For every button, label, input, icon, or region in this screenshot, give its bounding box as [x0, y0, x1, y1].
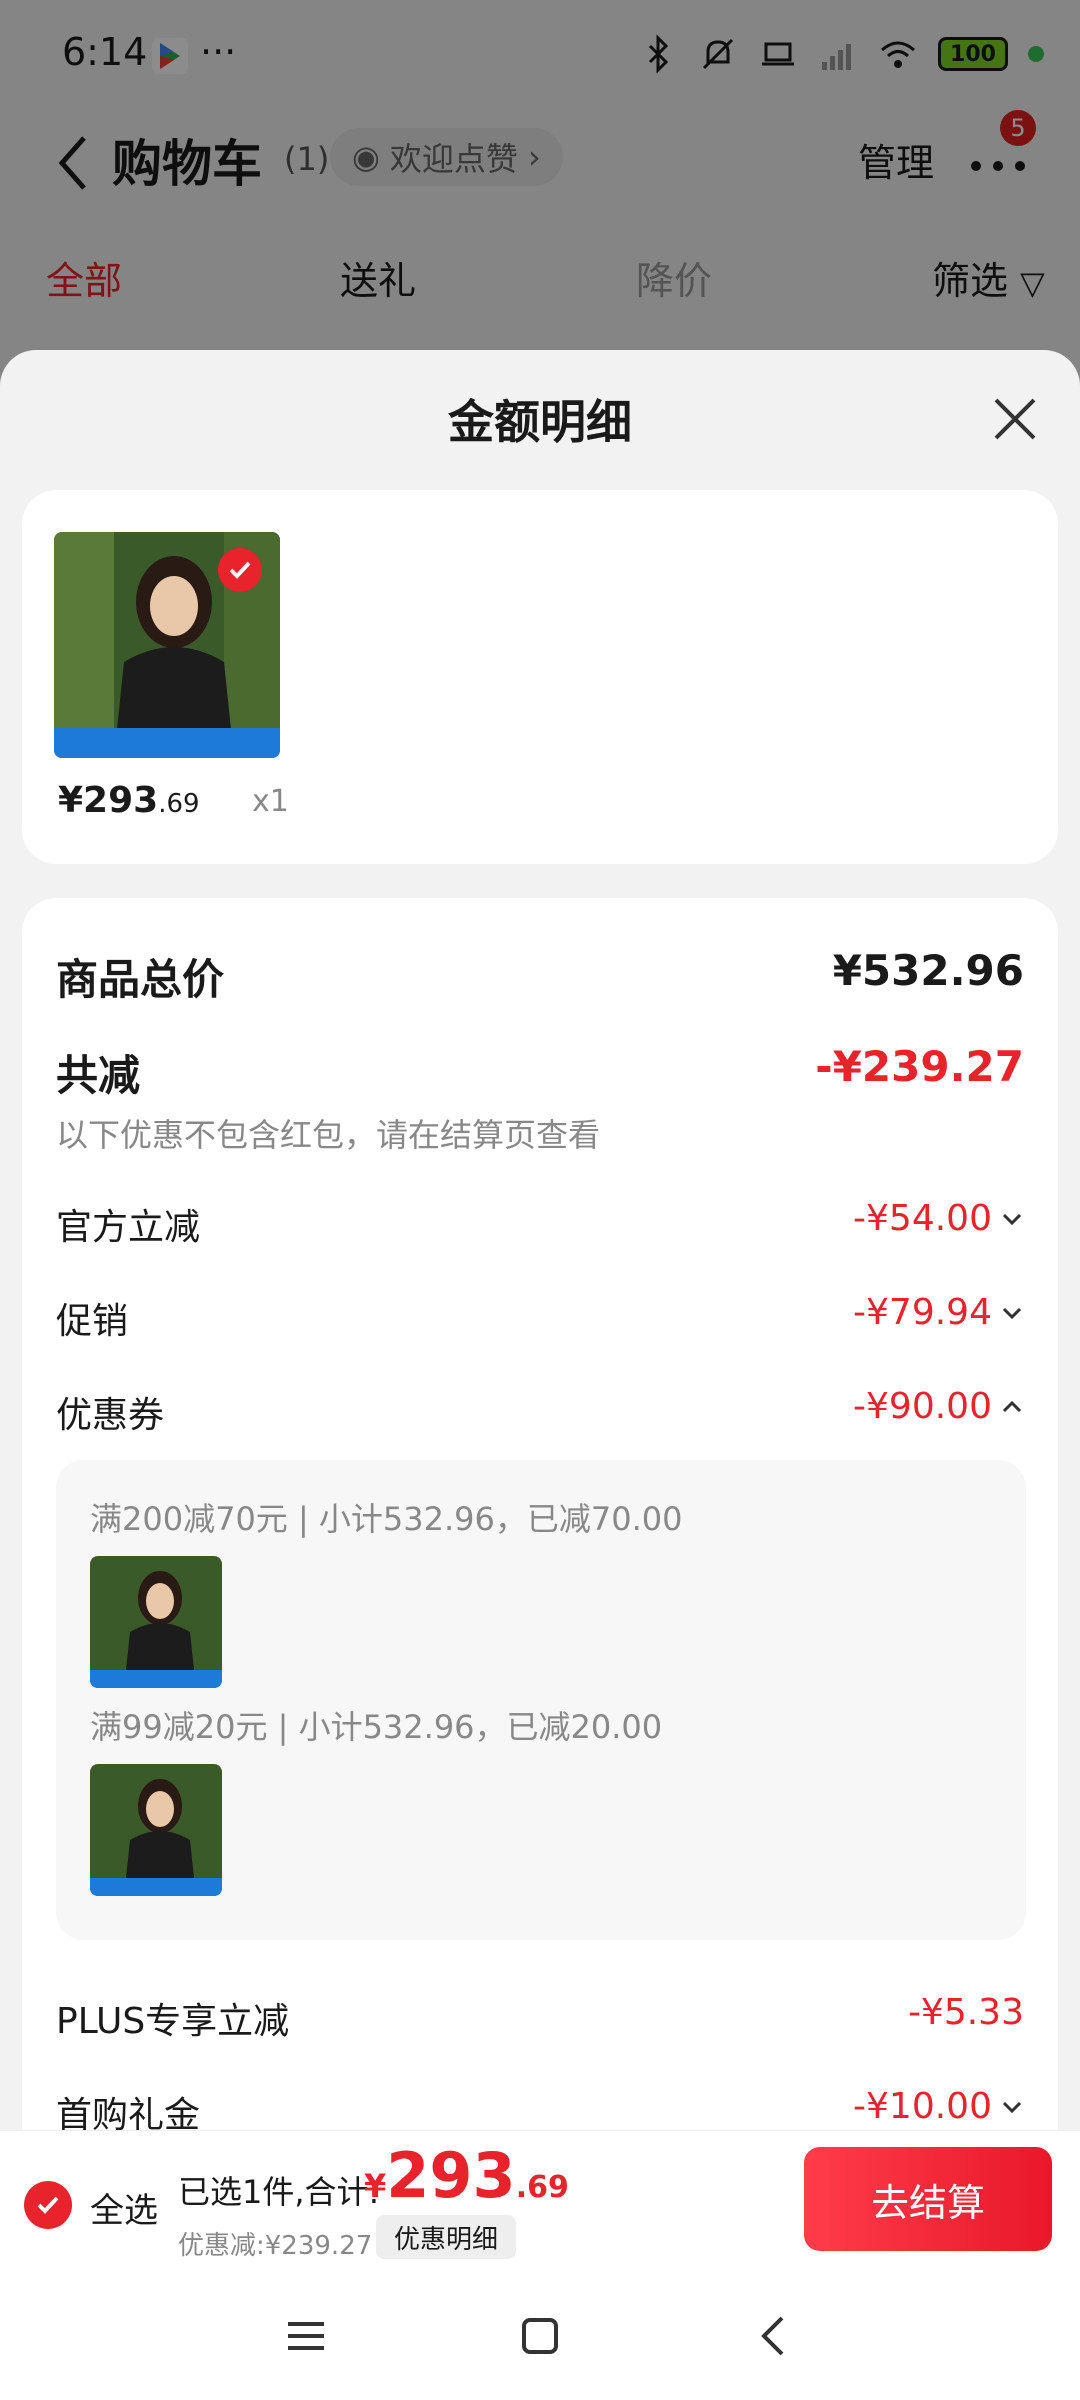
chevron-down-icon	[1002, 2101, 1022, 2113]
selected-check-icon[interactable]	[218, 548, 262, 592]
chevron-down-icon	[1002, 1213, 1022, 1225]
product-quantity: x1	[252, 784, 289, 819]
home-icon[interactable]	[516, 2312, 564, 2360]
checkout-bar: 全选 已选1件,合计: ¥293.69 优惠减:¥239.27 优惠明细 去结算	[0, 2130, 1080, 2268]
discount-note: 以下优惠不包含红包，请在结算页查看	[56, 1116, 601, 1154]
product-price: ¥293.69	[58, 780, 200, 821]
discount-total-label: 共减	[56, 1051, 141, 1100]
close-icon[interactable]	[990, 394, 1040, 444]
chevron-up-icon	[1002, 1400, 1022, 1412]
plus-discount-value: -¥5.33	[907, 1992, 1024, 2033]
coupon-value: -¥90.00	[853, 1386, 1024, 1427]
select-all-label[interactable]: 全选	[90, 2183, 158, 2232]
promotion-label: 促销	[56, 1301, 129, 1342]
selected-summary: 已选1件,合计:	[178, 2173, 380, 2211]
back-nav-icon[interactable]	[750, 2312, 798, 2360]
coupon-detail-box: 满200减70元 | 小计532.96，已减70.00 满99减20元 | 小计…	[56, 1460, 1026, 1940]
coupon-label: 优惠券	[56, 1395, 165, 1436]
coupon-line-2: 满99减20元 | 小计532.96，已减20.00	[90, 1708, 663, 1746]
official-discount-label: 官方立减	[56, 1207, 201, 1248]
checkout-button[interactable]: 去结算	[804, 2147, 1052, 2251]
sheet-title: 金额明细	[448, 395, 632, 449]
menu-icon[interactable]	[282, 2312, 330, 2360]
discount-detail-button[interactable]: 优惠明细	[376, 2215, 517, 2259]
coupon-product-thumb-2	[90, 1764, 222, 1896]
chevron-down-icon	[1002, 1307, 1022, 1319]
plus-discount-label: PLUS专享立减	[56, 2001, 290, 2042]
coupon-product-thumb-1	[90, 1556, 222, 1688]
promotion-value: -¥79.94	[853, 1292, 1024, 1333]
product-card: ¥293.69 x1	[22, 490, 1058, 864]
total-price-label: 商品总价	[56, 955, 225, 1004]
first-purchase-value: -¥10.00	[853, 2086, 1024, 2127]
official-discount-value: -¥54.00	[853, 1198, 1024, 1239]
total-price-value: ¥532.96	[832, 946, 1024, 995]
amount-detail-sheet: 金额明细 ¥293.69 x1 商品总价 ¥532.96 共减 -¥239.27…	[0, 350, 1080, 2400]
system-nav-bar	[0, 2268, 1080, 2400]
discount-total-value: -¥239.27	[815, 1042, 1024, 1091]
savings-text: 优惠减:¥239.27	[178, 2231, 373, 2261]
coupon-line-1: 满200减70元 | 小计532.96，已减70.00	[90, 1500, 683, 1538]
total-amount: ¥293.69	[364, 2139, 569, 2212]
select-all-check-icon[interactable]	[24, 2181, 72, 2229]
